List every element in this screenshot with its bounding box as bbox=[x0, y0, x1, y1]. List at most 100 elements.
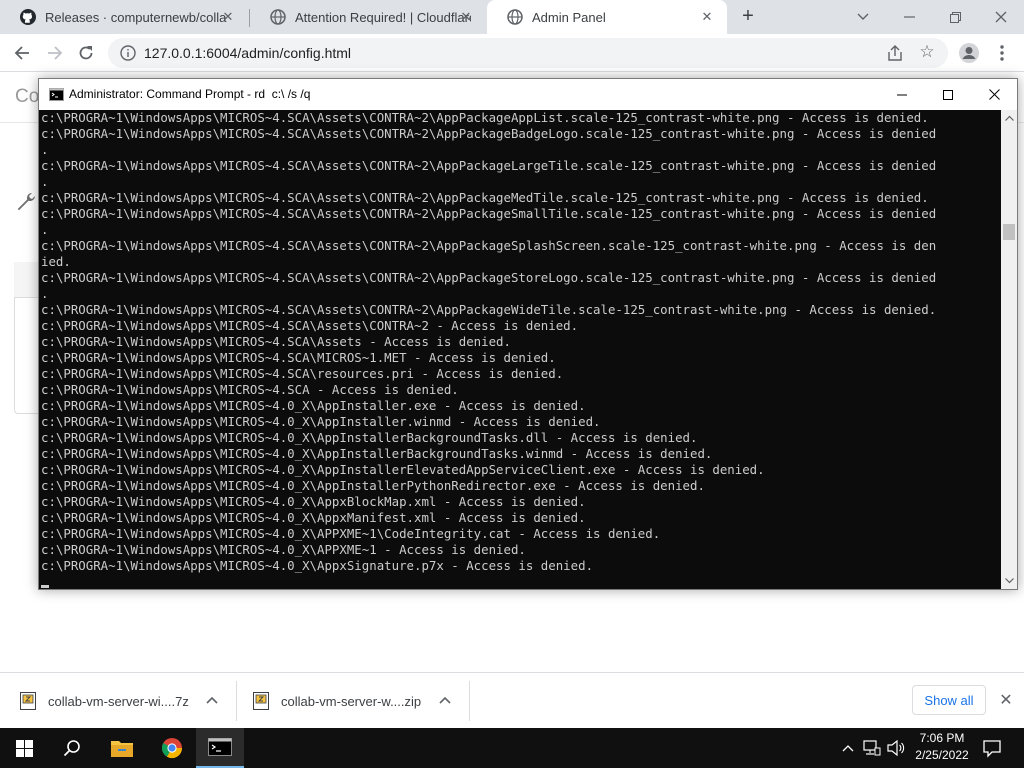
cmd-maximize-button[interactable] bbox=[925, 79, 971, 110]
system-clock[interactable]: 7:06 PM 2/25/2022 bbox=[912, 730, 972, 766]
archive-file-icon bbox=[20, 692, 36, 710]
archive-file-icon bbox=[253, 692, 269, 710]
console-line: c:\PROGRA~1\WindowsApps\MICROS~4.SCA\Ass… bbox=[41, 334, 511, 349]
console-line: c:\PROGRA~1\WindowsApps\MICROS~4.0_X\App… bbox=[41, 398, 586, 413]
console-line: c:\PROGRA~1\WindowsApps\MICROS~4.0_X\App… bbox=[41, 494, 586, 509]
page-title: Co bbox=[15, 86, 40, 107]
chrome-menu-icon[interactable] bbox=[989, 40, 1015, 66]
console-line: c:\PROGRA~1\WindowsApps\MICROS~4.SCA\Ass… bbox=[41, 110, 929, 125]
console-lines: c:\PROGRA~1\WindowsApps\MICROS~4.SCA\Ass… bbox=[41, 110, 936, 574]
console-line: c:\PROGRA~1\WindowsApps\MICROS~4.SCA\Ass… bbox=[41, 318, 579, 333]
cmd-close-button[interactable] bbox=[971, 79, 1017, 110]
show-all-button[interactable]: Show all bbox=[912, 685, 986, 715]
wrench-icon bbox=[14, 190, 38, 214]
command-prompt-icon[interactable] bbox=[196, 728, 244, 768]
console-line: c:\PROGRA~1\WindowsApps\MICROS~4.SCA\Ass… bbox=[41, 270, 937, 285]
console-line: c:\PROGRA~1\WindowsApps\MICROS~4.SCA\MIC… bbox=[41, 350, 556, 365]
console-output[interactable]: c:\PROGRA~1\WindowsApps\MICROS~4.SCA\Ass… bbox=[39, 110, 1001, 589]
windows-start-icon[interactable] bbox=[0, 728, 48, 768]
tab-search-icon[interactable] bbox=[840, 0, 886, 34]
console-scrollbar[interactable] bbox=[1001, 110, 1017, 589]
cmd-minimize-button[interactable] bbox=[879, 79, 925, 110]
forward-button[interactable] bbox=[42, 40, 68, 66]
console-line: c:\PROGRA~1\WindowsApps\MICROS~4.SCA - A… bbox=[41, 382, 459, 397]
console-line: c:\PROGRA~1\WindowsApps\MICROS~4.0_X\App… bbox=[41, 414, 601, 429]
console-line: c:\PROGRA~1\WindowsApps\MICROS~4.SCA\Ass… bbox=[41, 126, 937, 141]
close-tab-icon[interactable]: ✕ bbox=[699, 9, 715, 25]
clock-date: 2/25/2022 bbox=[915, 748, 969, 762]
console-line: c:\PROGRA~1\WindowsApps\MICROS~4.0_X\APP… bbox=[41, 542, 526, 557]
close-window-button[interactable] bbox=[978, 0, 1024, 34]
share-icon[interactable] bbox=[886, 44, 904, 62]
tab-strip: Releases · computernewb/collab ✕ Attenti… bbox=[0, 0, 1024, 34]
scroll-up-arrow-icon[interactable] bbox=[1001, 110, 1017, 126]
console-line: c:\PROGRA~1\WindowsApps\MICROS~4.0_X\APP… bbox=[41, 526, 661, 541]
site-info-icon[interactable] bbox=[120, 45, 136, 61]
console-line: c:\PROGRA~1\WindowsApps\MICROS~4.0_X\App… bbox=[41, 430, 698, 445]
divider bbox=[469, 681, 470, 721]
reload-button[interactable] bbox=[73, 40, 99, 66]
new-tab-button[interactable]: + bbox=[736, 5, 760, 29]
console-line: c:\PROGRA~1\WindowsApps\MICROS~4.SCA\Ass… bbox=[41, 158, 937, 173]
download-filename: collab-vm-server-wi....7z bbox=[48, 693, 189, 709]
console-line: c:\PROGRA~1\WindowsApps\MICROS~4.0_X\App… bbox=[41, 478, 705, 493]
back-button[interactable] bbox=[9, 40, 35, 66]
tab-title: Attention Required! | Cloudflare bbox=[295, 9, 471, 25]
console-line: c:\PROGRA~1\WindowsApps\MICROS~4.0_X\App… bbox=[41, 462, 765, 477]
chevron-up-icon[interactable] bbox=[204, 693, 220, 709]
scrollbar-thumb[interactable] bbox=[1003, 224, 1015, 240]
windows-taskbar: 7:06 PM 2/25/2022 bbox=[0, 728, 1024, 768]
bookmark-star-icon[interactable]: ☆ bbox=[918, 43, 936, 61]
command-prompt-icon bbox=[49, 88, 64, 101]
tab-title: Admin Panel bbox=[532, 9, 606, 25]
console-line: c:\PROGRA~1\WindowsApps\MICROS~4.SCA\Ass… bbox=[41, 190, 929, 205]
close-tab-icon[interactable]: ✕ bbox=[220, 9, 236, 25]
address-bar[interactable]: 127.0.0.1:6004/admin/config.html ☆ bbox=[108, 38, 948, 68]
console-line: c:\PROGRA~1\WindowsApps\MICROS~4.0_X\App… bbox=[41, 446, 713, 461]
profile-avatar[interactable] bbox=[956, 40, 982, 66]
console-line: . bbox=[41, 174, 49, 189]
volume-icon[interactable] bbox=[886, 738, 906, 758]
download-item[interactable]: collab-vm-server-w....zip bbox=[253, 681, 453, 721]
url-text: 127.0.0.1:6004/admin/config.html bbox=[144, 45, 352, 61]
tab-title: Releases · computernewb/collab bbox=[45, 9, 227, 25]
console-line: c:\PROGRA~1\WindowsApps\MICROS~4.0_X\App… bbox=[41, 510, 586, 525]
console-line: c:\PROGRA~1\WindowsApps\MICROS~4.0_X\App… bbox=[41, 558, 594, 573]
show-hidden-icons-chevron-icon[interactable] bbox=[838, 738, 858, 758]
minimize-button[interactable] bbox=[886, 0, 932, 34]
tab-releases[interactable]: Releases · computernewb/collab ✕ bbox=[0, 0, 248, 34]
network-icon[interactable] bbox=[862, 738, 882, 758]
browser-toolbar: 127.0.0.1:6004/admin/config.html ☆ bbox=[0, 34, 1024, 72]
notification-center-icon[interactable] bbox=[982, 738, 1002, 758]
console-line: . bbox=[41, 142, 49, 157]
restore-button[interactable] bbox=[932, 0, 978, 34]
tab-admin-panel[interactable]: Admin Panel ✕ bbox=[487, 0, 727, 34]
clock-time: 7:06 PM bbox=[919, 731, 965, 745]
downloads-bar: collab-vm-server-wi....7z collab-vm-serv… bbox=[0, 672, 1024, 728]
console-line: . bbox=[41, 222, 49, 237]
command-prompt-window: Administrator: Command Prompt - rd c:\ /… bbox=[38, 78, 1018, 590]
chrome-icon[interactable] bbox=[148, 728, 196, 768]
console-line: . bbox=[41, 286, 49, 301]
globe-icon bbox=[507, 9, 523, 25]
chevron-up-icon[interactable] bbox=[437, 693, 453, 709]
close-tab-icon[interactable]: ✕ bbox=[458, 9, 474, 25]
cmd-titlebar[interactable]: Administrator: Command Prompt - rd c:\ /… bbox=[39, 79, 1017, 110]
cmd-title: Administrator: Command Prompt - rd c:\ /… bbox=[69, 87, 311, 101]
console-line: c:\PROGRA~1\WindowsApps\MICROS~4.SCA\res… bbox=[41, 366, 564, 381]
divider bbox=[236, 681, 237, 721]
globe-icon bbox=[270, 9, 286, 25]
console-line: c:\PROGRA~1\WindowsApps\MICROS~4.SCA\Ass… bbox=[41, 206, 937, 221]
file-explorer-icon[interactable] bbox=[98, 728, 146, 768]
search-icon[interactable] bbox=[48, 728, 96, 768]
download-filename: collab-vm-server-w....zip bbox=[281, 693, 422, 709]
tab-cloudflare[interactable]: Attention Required! | Cloudflare ✕ bbox=[250, 0, 486, 34]
scroll-down-arrow-icon[interactable] bbox=[1001, 573, 1017, 589]
console-line: c:\PROGRA~1\WindowsApps\MICROS~4.SCA\Ass… bbox=[41, 238, 937, 253]
console-line: c:\PROGRA~1\WindowsApps\MICROS~4.SCA\Ass… bbox=[41, 302, 937, 317]
text-cursor bbox=[41, 585, 49, 588]
download-item[interactable]: collab-vm-server-wi....7z bbox=[20, 681, 220, 721]
github-icon bbox=[20, 9, 36, 25]
close-downloads-icon[interactable]: ✕ bbox=[996, 691, 1016, 711]
console-line: ied. bbox=[41, 254, 71, 269]
